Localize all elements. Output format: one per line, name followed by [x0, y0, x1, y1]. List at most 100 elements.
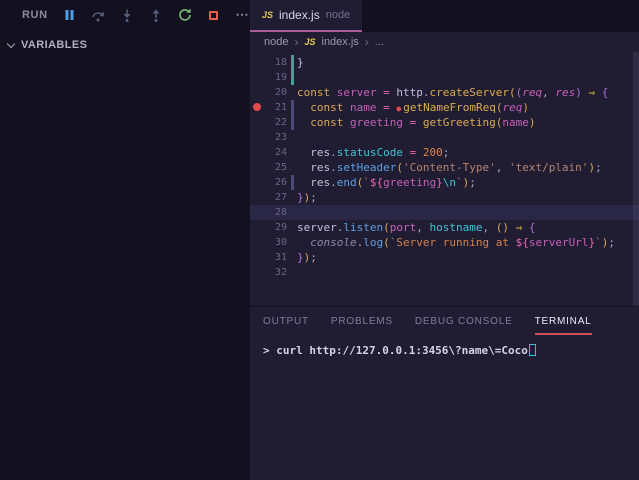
code-text: res.statusCode = 200;	[297, 145, 639, 160]
line-number: 27	[263, 190, 287, 205]
terminal-command: > curl http://127.0.0.1:3456\?name\=Coco	[263, 344, 528, 357]
breakpoint-gutter[interactable]	[250, 220, 263, 235]
code-line[interactable]: 27});	[250, 190, 639, 205]
line-number: 32	[263, 265, 287, 280]
code-line[interactable]: 32	[250, 265, 639, 280]
tab-index-js[interactable]: JS index.js node	[250, 0, 362, 32]
git-gutter	[287, 175, 297, 190]
breakpoint-gutter[interactable]	[250, 55, 263, 70]
code-text: });	[297, 250, 639, 265]
step-into-button[interactable]	[119, 7, 134, 23]
panel-tab-debug-console[interactable]: DEBUG CONSOLE	[415, 316, 513, 335]
chevron-right-icon: ›	[365, 35, 369, 49]
chevron-right-icon: ›	[294, 35, 298, 49]
code-line[interactable]: 26 res.end(`${greeting}\n`);	[250, 175, 639, 190]
panel-tab-output[interactable]: OUTPUT	[263, 316, 309, 335]
breakpoint-gutter[interactable]	[250, 265, 263, 280]
restart-icon	[178, 8, 192, 22]
code-line[interactable]: 22 const greeting = getGreeting(name)	[250, 115, 639, 130]
breadcrumb-file[interactable]: index.js	[322, 36, 359, 48]
breakpoint-gutter[interactable]	[250, 250, 263, 265]
panel-tab-problems[interactable]: PROBLEMS	[331, 316, 393, 335]
panel-tab-terminal[interactable]: TERMINAL	[535, 316, 592, 335]
breakpoint-gutter[interactable]	[250, 70, 263, 85]
code-line[interactable]: 31});	[250, 250, 639, 265]
git-change-indicator	[291, 100, 294, 115]
code-text: const server = http.createServer((req, r…	[297, 85, 639, 100]
line-number: 31	[263, 250, 287, 265]
js-file-icon: JS	[304, 37, 315, 47]
editor-lines: 18}1920 const server = http.createServer(…	[250, 55, 639, 280]
code-line[interactable]: 29server.listen(port, hostname, () ⇒ {	[250, 220, 639, 235]
git-change-indicator	[291, 115, 294, 130]
stop-button[interactable]	[206, 7, 221, 23]
code-line[interactable]: 19	[250, 70, 639, 85]
git-gutter	[287, 205, 297, 220]
line-number: 20	[263, 85, 287, 100]
debug-sidebar: RUN	[0, 0, 250, 480]
step-into-icon	[121, 9, 133, 22]
line-number: 23	[263, 130, 287, 145]
git-gutter	[287, 220, 297, 235]
editor-group: JS index.js node node › JS index.js › ..…	[250, 0, 639, 480]
code-line[interactable]: 24 res.statusCode = 200;	[250, 145, 639, 160]
code-editor[interactable]: 18}1920 const server = http.createServer(…	[250, 52, 639, 306]
breakpoint-gutter[interactable]	[250, 205, 263, 220]
restart-button[interactable]	[177, 7, 192, 23]
panel-tab-bar: OUTPUT PROBLEMS DEBUG CONSOLE TERMINAL	[250, 307, 639, 335]
code-text	[297, 265, 639, 280]
git-change-indicator	[291, 175, 294, 190]
code-text	[297, 70, 639, 85]
git-gutter	[287, 235, 297, 250]
chevron-down-icon	[7, 39, 15, 47]
breakpoint-gutter[interactable]	[250, 130, 263, 145]
line-number: 28	[263, 205, 287, 220]
breakpoint-gutter[interactable]	[250, 145, 263, 160]
code-line[interactable]: 25 res.setHeader('Content-Type', 'text/p…	[250, 160, 639, 175]
breadcrumb[interactable]: node › JS index.js › ...	[250, 32, 639, 52]
line-number: 19	[263, 70, 287, 85]
breadcrumb-symbol[interactable]: ...	[375, 36, 384, 48]
variables-section-header[interactable]: VARIABLES	[0, 30, 250, 52]
git-gutter	[287, 265, 297, 280]
line-number: 21	[263, 100, 287, 115]
tab-title: index.js	[279, 8, 320, 22]
breakpoint-gutter[interactable]	[250, 175, 263, 190]
code-line[interactable]: 30 console.log(`Server running at ${serv…	[250, 235, 639, 250]
breakpoint-gutter[interactable]	[250, 190, 263, 205]
vscode-window: RUN	[0, 0, 639, 480]
code-text: console.log(`Server running at ${serverU…	[297, 235, 639, 250]
git-gutter	[287, 85, 297, 100]
breakpoint-gutter[interactable]	[250, 115, 263, 130]
code-line[interactable]: 28	[250, 205, 639, 220]
ellipsis-icon: ⋯	[236, 7, 250, 23]
code-line[interactable]: 18}	[250, 55, 639, 70]
code-line[interactable]: 20 const server = http.createServer((req,…	[250, 85, 639, 100]
git-gutter	[287, 70, 297, 85]
js-file-icon: JS	[262, 10, 273, 20]
line-number: 29	[263, 220, 287, 235]
git-gutter	[287, 115, 297, 130]
line-number: 25	[263, 160, 287, 175]
breakpoint-icon[interactable]	[253, 103, 261, 111]
tab-bar: JS index.js node	[250, 0, 639, 32]
step-out-icon	[150, 9, 162, 22]
run-label: RUN	[22, 9, 48, 21]
terminal[interactable]: > curl http://127.0.0.1:3456\?name\=Coco	[263, 344, 639, 357]
breadcrumb-folder[interactable]: node	[264, 36, 288, 48]
bottom-panel: OUTPUT PROBLEMS DEBUG CONSOLE TERMINAL > cu…	[250, 306, 639, 480]
code-line[interactable]: 21 const name = ●getNameFromReq(req)	[250, 100, 639, 115]
pause-button[interactable]	[62, 7, 77, 23]
breakpoint-gutter[interactable]	[250, 100, 263, 115]
breakpoint-gutter[interactable]	[250, 160, 263, 175]
breakpoint-gutter[interactable]	[250, 235, 263, 250]
more-actions-button[interactable]: ⋯	[235, 7, 250, 23]
code-text	[297, 205, 639, 220]
code-line[interactable]: 23	[250, 130, 639, 145]
breakpoint-gutter[interactable]	[250, 85, 263, 100]
inline-breakpoint-icon: ●	[396, 104, 401, 113]
step-over-button[interactable]	[91, 7, 106, 23]
editor-scrollbar[interactable]	[633, 52, 639, 306]
step-out-button[interactable]	[148, 7, 163, 23]
git-change-indicator	[291, 70, 294, 85]
